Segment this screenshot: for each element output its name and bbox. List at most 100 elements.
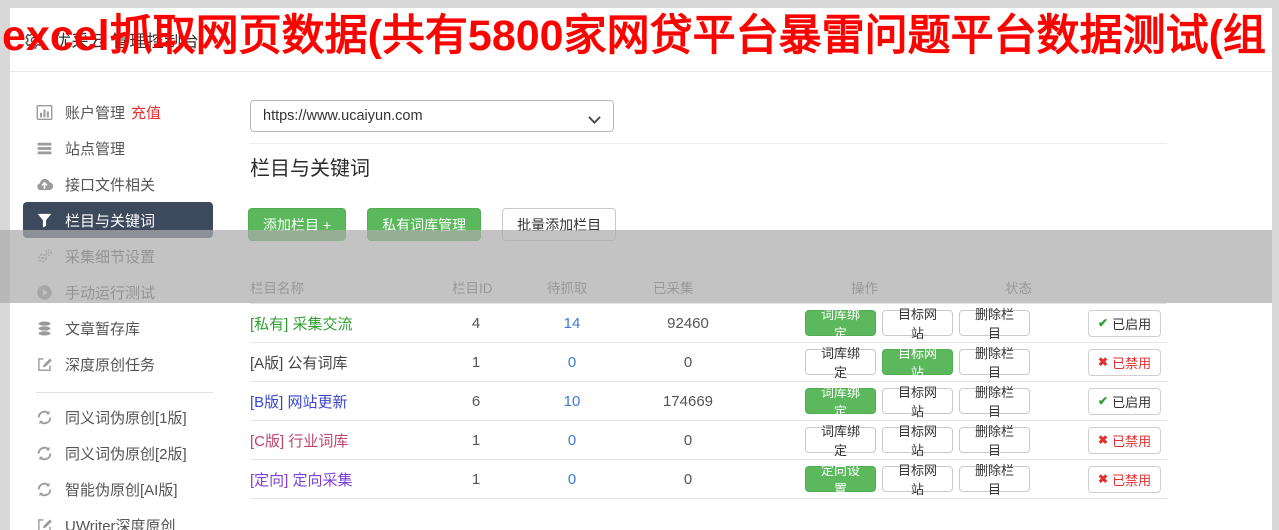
collected-count-value: 92460 [667, 314, 709, 332]
column-name-link[interactable]: [A版] 公有词库 [250, 352, 450, 373]
column-id-value: 6 [471, 392, 481, 410]
page-title: 栏目与关键词 [250, 158, 370, 180]
sidebar-item-deep-original[interactable]: 深度原创任务 [10, 346, 225, 382]
refresh-icon [36, 409, 53, 426]
column-id-value: 1 [471, 470, 481, 488]
bar-chart-icon [36, 104, 53, 121]
watermark-text: excel抓取网页数据(共有5800家网贷平台暴雷问题平台数据测试(组 [2, 12, 1266, 60]
action-button[interactable]: 删除栏目 [959, 307, 1030, 341]
sidebar-item-label: 站点管理 [65, 140, 126, 158]
sidebar-item-label: 文章暂存库 [65, 320, 141, 338]
status-label: 已禁用 [1112, 433, 1152, 449]
table-row: [私有] 采集交流 4 14 92460 词库绑定 目标网站 删除栏目 ✔ 已启用 [250, 304, 1167, 343]
pending-count-link[interactable]: 10 [502, 393, 642, 410]
status-label: 已启用 [1112, 316, 1152, 332]
action-button[interactable]: 目标网站 [882, 385, 953, 419]
site-select-value: https://www.ucaiyun.com [263, 108, 423, 124]
pending-count-link[interactable]: 0 [502, 471, 642, 488]
status-badge-button[interactable]: ✖ 已禁用 [1088, 426, 1162, 454]
action-button[interactable]: 目标网站 [882, 463, 953, 497]
status-badge-button[interactable]: ✖ 已禁用 [1088, 348, 1162, 376]
row-actions: 定向设置 目标网站 删除栏目 [805, 463, 1030, 497]
site-select[interactable]: https://www.ucaiyun.com [250, 100, 614, 132]
row-actions: 词库绑定 目标网站 删除栏目 [805, 307, 1030, 341]
collected-count-value: 174669 [662, 392, 714, 410]
sidebar-item-suffix-recharge[interactable]: 充值 [131, 102, 161, 123]
collected-count-value: 0 [683, 353, 693, 371]
action-button[interactable]: 目标网站 [882, 424, 953, 458]
column-id-value: 1 [471, 431, 481, 449]
table-row: [B版] 网站更新 6 10 174669 词库绑定 目标网站 删除栏目 ✔ 已启用 [250, 382, 1167, 421]
status-badge-button[interactable]: ✔ 已启用 [1088, 387, 1162, 415]
sidebar-item-interface-files[interactable]: 接口文件相关 [10, 166, 225, 202]
list-icon [36, 140, 53, 157]
refresh-icon [36, 481, 53, 498]
watermark-overlay [0, 230, 1272, 303]
action-button[interactable]: 删除栏目 [959, 463, 1030, 497]
pending-count-link[interactable]: 0 [502, 432, 642, 449]
sidebar-divider [36, 392, 213, 393]
sidebar-item-ai-rewrite[interactable]: 智能伪原创[AI版] [10, 471, 225, 507]
refresh-icon [36, 445, 53, 462]
column-id-value: 1 [471, 353, 481, 371]
row-actions: 词库绑定 目标网站 删除栏目 [805, 385, 1030, 419]
row-actions: 词库绑定 目标网站 删除栏目 [805, 346, 1030, 380]
sidebar-item-synonym-rewrite-2[interactable]: 同义词伪原创[2版] [10, 435, 225, 471]
sidebar-item-account[interactable]: 账户管理 充值 [10, 94, 225, 130]
collected-count-value: 0 [683, 431, 693, 449]
sidebar-item-article-cache[interactable]: 文章暂存库 [10, 310, 225, 346]
sidebar-item-label: UWriter深度原创 [65, 517, 176, 530]
action-button[interactable]: 删除栏目 [959, 385, 1030, 419]
edit-icon [36, 517, 53, 530]
sidebar-item-uwriter[interactable]: UWriter深度原创 [10, 507, 225, 530]
divider [250, 143, 1167, 144]
column-id-value: 4 [471, 314, 481, 332]
table-body: [私有] 采集交流 4 14 92460 词库绑定 目标网站 删除栏目 ✔ 已启用 [A版] 公有… [250, 304, 1167, 499]
sidebar-item-label: 深度原创任务 [65, 356, 156, 374]
check-icon: ✔ [1098, 394, 1109, 408]
sidebar-item-label: 接口文件相关 [65, 176, 156, 194]
table-row: [A版] 公有词库 1 0 0 词库绑定 目标网站 删除栏目 ✖ 已禁用 [250, 343, 1167, 382]
cross-icon: ✖ [1098, 472, 1109, 486]
action-button[interactable]: 词库绑定 [805, 385, 876, 419]
table-row: [C版] 行业词库 1 0 0 词库绑定 目标网站 删除栏目 ✖ 已禁用 [250, 421, 1167, 460]
status-badge-button[interactable]: ✖ 已禁用 [1088, 465, 1162, 493]
sidebar-item-synonym-rewrite-1[interactable]: 同义词伪原创[1版] [10, 399, 225, 435]
check-icon: ✔ [1098, 316, 1109, 330]
cross-icon: ✖ [1098, 433, 1109, 447]
pending-count-link[interactable]: 0 [502, 354, 642, 371]
collected-count-value: 0 [683, 470, 693, 488]
sidebar-item-label: 栏目与关键词 [65, 212, 156, 230]
funnel-icon [36, 212, 53, 229]
status-badge-button[interactable]: ✔ 已启用 [1088, 309, 1162, 337]
column-name-link[interactable]: [B版] 网站更新 [250, 391, 450, 412]
sidebar-item-label: 智能伪原创[AI版] [65, 481, 178, 499]
action-button[interactable]: 删除栏目 [959, 346, 1030, 380]
row-actions: 词库绑定 目标网站 删除栏目 [805, 424, 1030, 458]
action-button[interactable]: 删除栏目 [959, 424, 1030, 458]
column-name-link[interactable]: [私有] 采集交流 [250, 313, 450, 334]
page: 优采云 管理控制台 账户管理充值站点管理接口文件相关栏目与关键词采集细节设置手动… [0, 0, 1279, 530]
action-button[interactable]: 目标网站 [882, 346, 953, 380]
pending-count-link[interactable]: 14 [502, 315, 642, 332]
chevron-down-icon [588, 112, 601, 125]
status-label: 已禁用 [1112, 355, 1152, 371]
status-label: 已启用 [1112, 394, 1152, 410]
sidebar: 账户管理充值站点管理接口文件相关栏目与关键词采集细节设置手动运行测试文章暂存库深… [10, 94, 225, 530]
action-button[interactable]: 定向设置 [805, 463, 876, 497]
action-button[interactable]: 词库绑定 [805, 424, 876, 458]
cloud-upload-icon [36, 176, 53, 193]
edit-icon [36, 356, 53, 373]
sidebar-item-label: 同义词伪原创[1版] [65, 409, 187, 427]
database-icon [36, 320, 53, 337]
sidebar-item-label: 同义词伪原创[2版] [65, 445, 187, 463]
action-button[interactable]: 目标网站 [882, 307, 953, 341]
action-button[interactable]: 词库绑定 [805, 346, 876, 380]
column-name-link[interactable]: [C版] 行业词库 [250, 430, 450, 451]
action-button[interactable]: 词库绑定 [805, 307, 876, 341]
sidebar-item-sites[interactable]: 站点管理 [10, 130, 225, 166]
cross-icon: ✖ [1098, 355, 1109, 369]
status-label: 已禁用 [1112, 472, 1152, 488]
column-name-link[interactable]: [定向] 定向采集 [250, 469, 450, 490]
table-row: [定向] 定向采集 1 0 0 定向设置 目标网站 删除栏目 ✖ 已禁用 [250, 460, 1167, 499]
